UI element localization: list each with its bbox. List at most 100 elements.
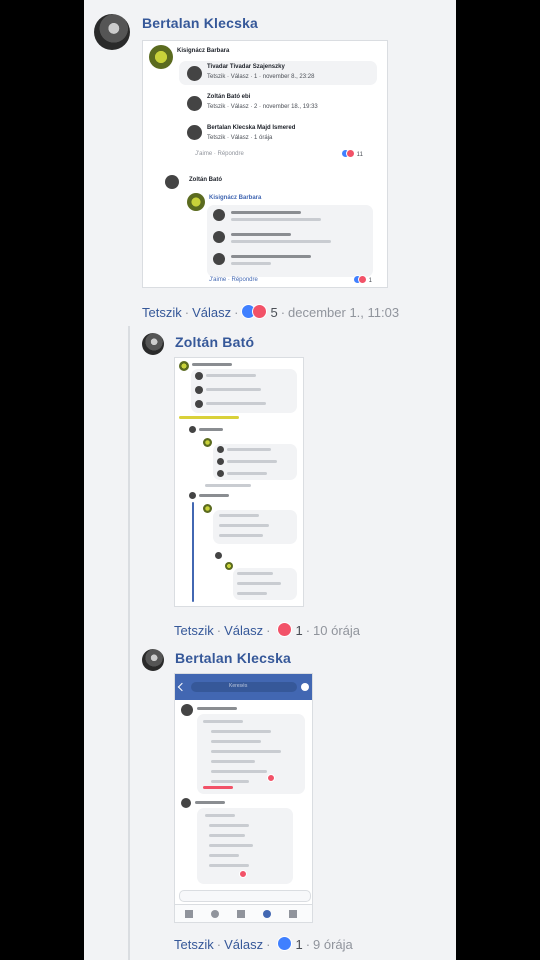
text-line xyxy=(211,750,281,753)
post-author: Kisignácz Barbara xyxy=(177,48,230,54)
text-line xyxy=(206,388,261,391)
reply-thread-line xyxy=(128,326,130,960)
reply-link[interactable]: Válasz xyxy=(192,305,231,320)
comment-actions: Tetszik · Válasz · 1 · 10 órája xyxy=(174,622,361,638)
text-line xyxy=(237,582,281,585)
avatar xyxy=(225,562,233,570)
avatar xyxy=(187,193,205,211)
nested-footer: J'aime · Répondre xyxy=(209,277,258,283)
tab-menu-icon xyxy=(289,910,297,918)
text-line xyxy=(211,780,249,783)
attached-screenshot[interactable] xyxy=(174,357,304,607)
timestamp[interactable]: december 1., 11:03 xyxy=(288,305,399,320)
reaction-count[interactable]: 1 xyxy=(295,937,302,952)
text-line xyxy=(227,472,267,475)
text-line xyxy=(205,814,235,817)
avatar xyxy=(213,253,225,265)
tab-friends-icon xyxy=(211,910,219,918)
reaction-count: 11 xyxy=(341,149,363,158)
reaction-icon xyxy=(267,774,275,782)
text-line xyxy=(199,494,229,497)
attached-screenshot[interactable]: Keresés xyxy=(174,673,313,923)
avatar xyxy=(195,372,203,380)
nested-post-author: Kisignácz Barbara xyxy=(209,195,262,201)
comment-composer xyxy=(179,890,311,902)
reply-author: Zoltán Bató ebi xyxy=(207,94,251,100)
reply-author: Tivadar Tivadar Szajenszky xyxy=(207,64,285,70)
text-line xyxy=(231,211,301,214)
comment-actions: Tetszik · Válasz · 1 · 9 órája xyxy=(174,936,353,952)
like-link[interactable]: Tetszik xyxy=(174,623,214,638)
like-reaction-icon[interactable] xyxy=(277,936,293,951)
text-line xyxy=(195,801,225,804)
comment-actions: Tetszik · Válasz · 5 · december 1., 11:03 xyxy=(142,304,400,320)
text-line xyxy=(203,720,243,723)
avatar xyxy=(217,470,224,477)
text-line xyxy=(219,524,269,527)
avatar xyxy=(165,175,179,189)
avatar xyxy=(195,386,203,394)
text-line xyxy=(192,363,232,366)
text-line xyxy=(209,864,249,867)
avatar[interactable] xyxy=(94,14,130,50)
text-line xyxy=(206,374,256,377)
search-placeholder: Keresés xyxy=(229,683,248,689)
text-line xyxy=(237,572,273,575)
reaction-count: 1 xyxy=(353,275,372,284)
reaction-icon xyxy=(239,870,247,878)
comment-thread: Bertalan Klecska Kisignácz Barbara Tivad… xyxy=(84,0,456,960)
text-line xyxy=(205,484,251,487)
attached-screenshot[interactable]: Kisignácz Barbara Tivadar Tivadar Szajen… xyxy=(142,40,388,288)
tab-groups-icon xyxy=(237,910,245,918)
avatar xyxy=(213,209,225,221)
avatar xyxy=(213,231,225,243)
avatar xyxy=(203,438,212,447)
reply-meta: Tetszik · Válasz · 1 órája xyxy=(207,135,273,141)
comment-author[interactable]: Bertalan Klecska xyxy=(175,650,291,666)
reply-link[interactable]: Válasz xyxy=(224,623,263,638)
avatar[interactable] xyxy=(142,649,164,671)
text-line xyxy=(219,534,263,537)
like-link[interactable]: Tetszik xyxy=(142,305,182,320)
text-line xyxy=(231,262,271,265)
text-line xyxy=(197,707,237,710)
text-line xyxy=(231,255,311,258)
text-line xyxy=(227,448,271,451)
comment-author[interactable]: Bertalan Klecska xyxy=(142,15,258,31)
love-reaction-icon[interactable] xyxy=(277,622,293,637)
avatar xyxy=(217,458,224,465)
text-line xyxy=(231,233,291,236)
messenger-icon xyxy=(301,683,309,691)
text-line xyxy=(209,824,249,827)
reply-meta: Tetszik · Válasz · 1 · november 8., 23:2… xyxy=(207,74,315,80)
tab-news-icon xyxy=(185,910,193,918)
reply-link[interactable]: Válasz xyxy=(224,937,263,952)
nested-author: Zoltán Bató xyxy=(189,177,222,183)
text-line xyxy=(209,834,245,837)
avatar xyxy=(217,446,224,453)
text-line xyxy=(209,844,253,847)
avatar xyxy=(215,552,222,559)
avatar xyxy=(203,504,212,513)
timestamp[interactable]: 9 órája xyxy=(313,937,353,952)
text-line xyxy=(231,218,321,221)
love-reaction-icon[interactable] xyxy=(252,304,268,319)
like-link[interactable]: Tetszik xyxy=(174,937,214,952)
reaction-count[interactable]: 1 xyxy=(295,623,302,638)
text-line xyxy=(203,786,233,789)
avatar[interactable] xyxy=(142,333,164,355)
text-line xyxy=(209,854,239,857)
text-line xyxy=(219,514,259,517)
text-line xyxy=(211,730,271,733)
avatar xyxy=(189,492,196,499)
comment-author[interactable]: Zoltán Bató xyxy=(175,334,254,350)
reaction-count[interactable]: 5 xyxy=(270,305,277,320)
avatar xyxy=(195,400,203,408)
comment-footer: J'aime · Répondre xyxy=(195,151,244,157)
reply-meta: Tetszik · Válasz · 2 · november 18., 19:… xyxy=(207,104,318,110)
text-line xyxy=(237,592,267,595)
text-line xyxy=(206,402,266,405)
avatar xyxy=(189,426,196,433)
timestamp[interactable]: 10 órája xyxy=(313,623,360,638)
text-line xyxy=(199,428,223,431)
